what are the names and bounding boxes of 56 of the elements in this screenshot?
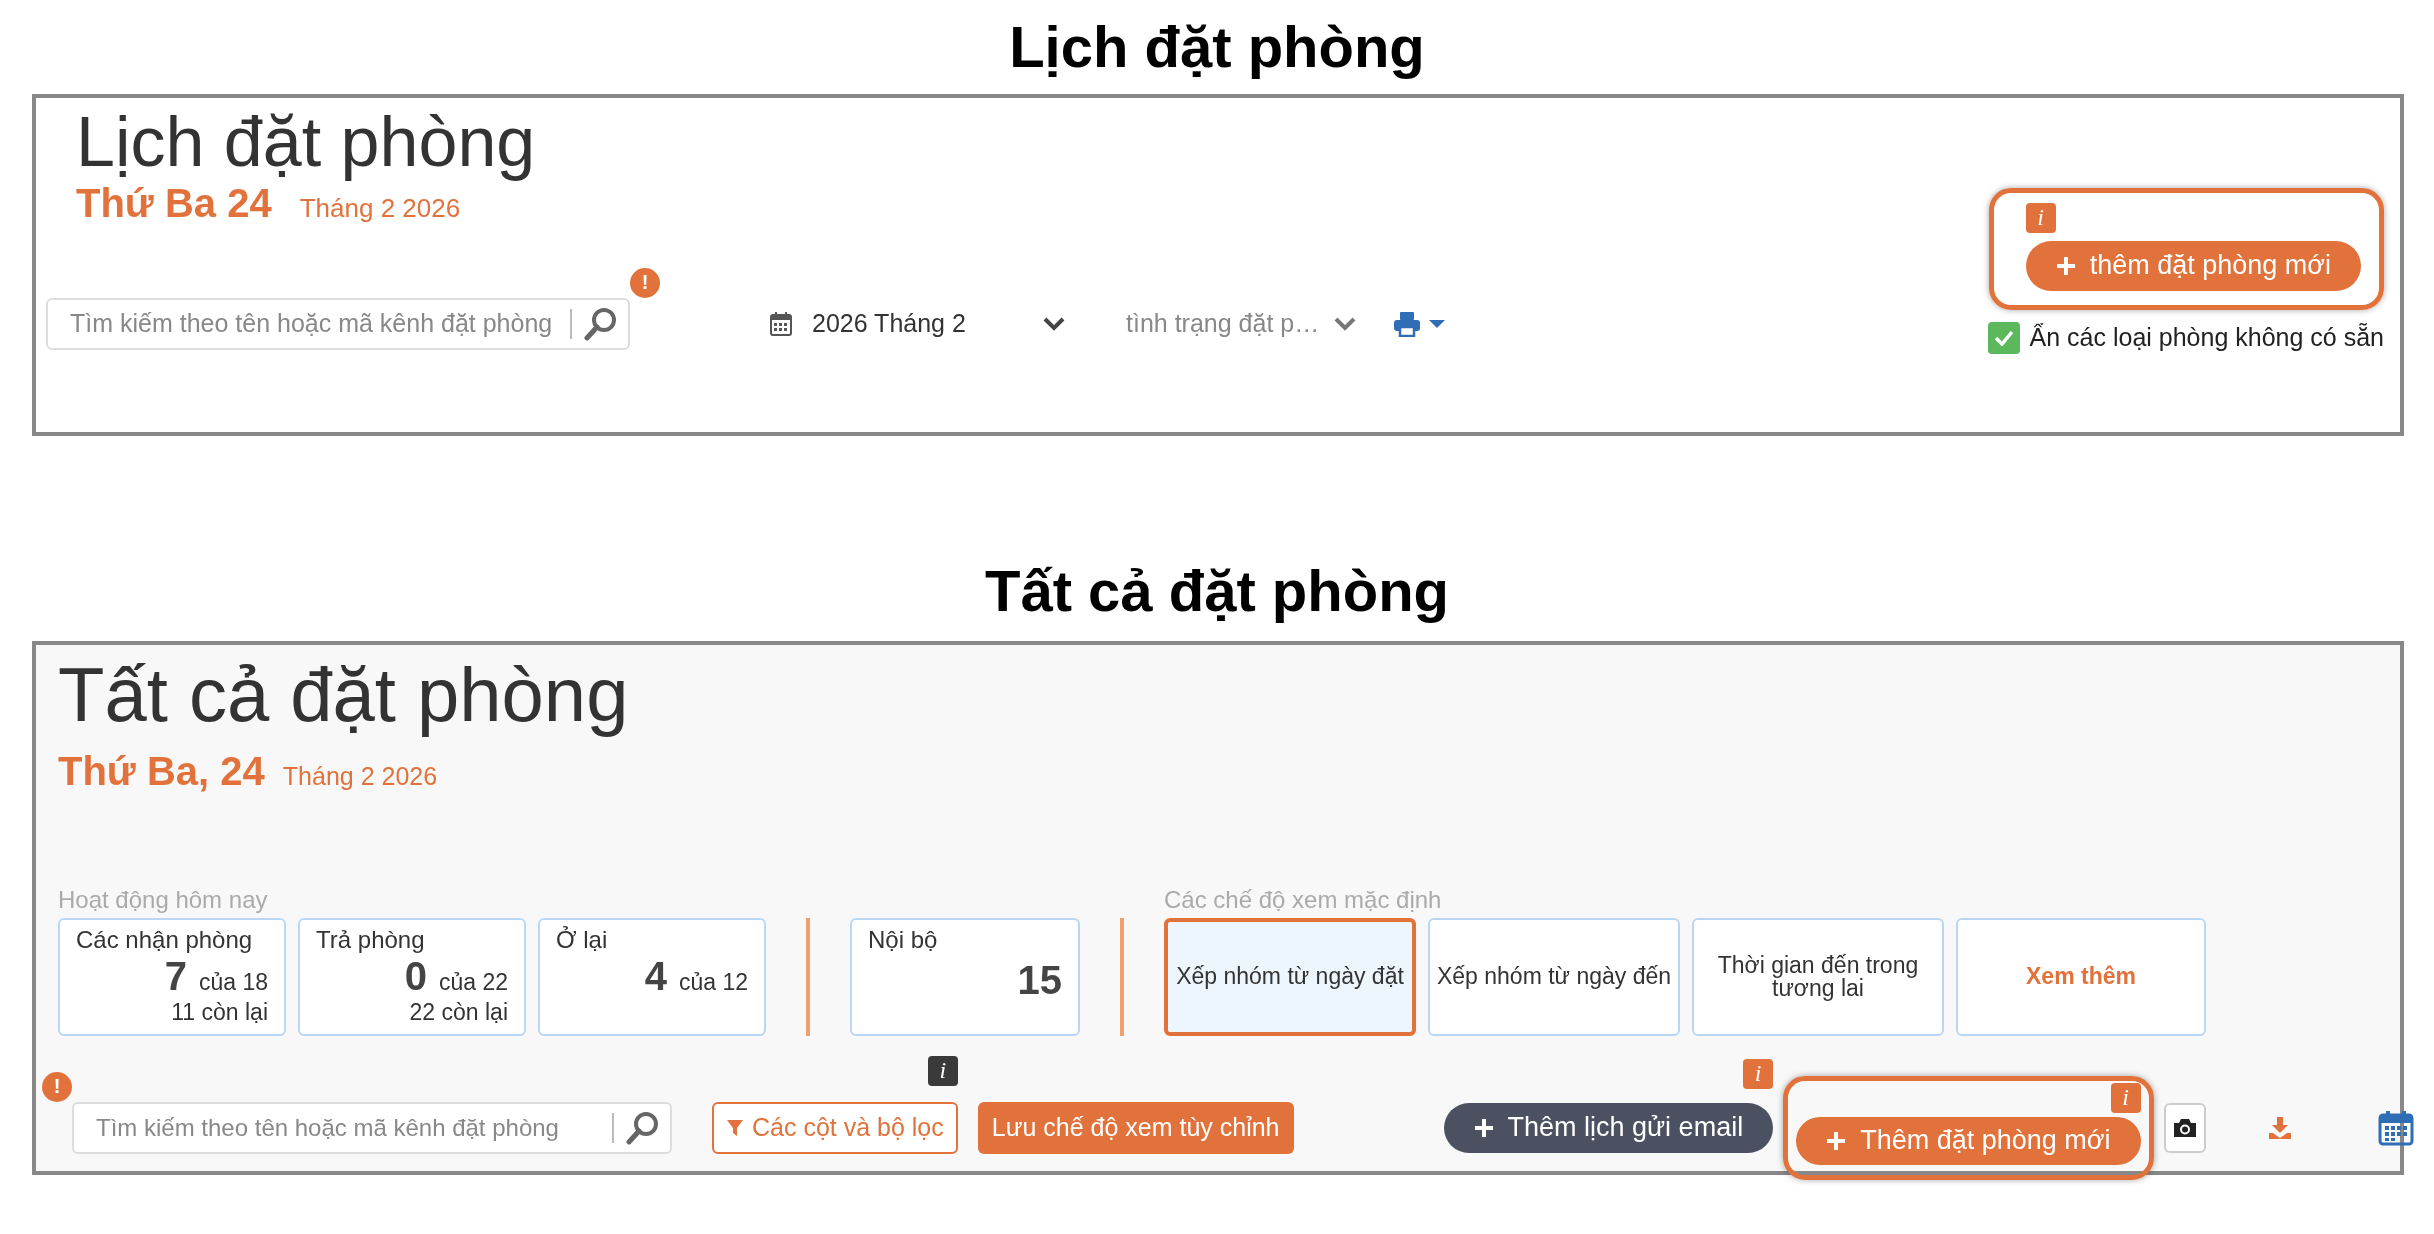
card-title: Trả phòng [316,925,426,954]
plus-icon [1473,1117,1494,1138]
date-picker-value[interactable]: 2026 Tháng 2 [812,309,1022,339]
section-heading: Lịch đặt phòng [1009,13,1425,81]
card-title: Ở lại [556,925,609,954]
funnel-icon [726,1117,744,1138]
search-field[interactable]: Tìm kiếm theo tên hoặc mã kênh đặt phòng [46,297,630,350]
status-filter[interactable]: tình trạng đặt p… [1126,309,1320,339]
card-title: Các nhận phòng [76,925,254,954]
activity-card[interactable]: Ở lại 4 của 12 [538,917,766,1036]
view-option[interactable]: Thời gian đến trong tương lai [1692,917,1944,1036]
count-value: 4 [644,953,667,999]
calendar-icon[interactable] [2377,1109,2414,1146]
search-field[interactable]: Tìm kiếm theo tên hoặc mã kênh đặt phòng [72,1101,672,1154]
add-email-schedule-button[interactable]: Thêm lịch gửi email [1443,1102,1774,1153]
screenshot-button[interactable] [2163,1102,2206,1153]
download-icon[interactable] [2267,1115,2292,1140]
checkbox[interactable] [1987,321,2020,354]
month-label: Tháng 2 2026 [299,192,461,224]
date-label: Thứ Ba, 24 [58,748,265,794]
total-label: của 22 [438,968,508,996]
alert-badge: ! [630,267,660,298]
caret-icon[interactable] [1429,318,1446,329]
total-label: của 12 [678,968,748,996]
search-icon[interactable] [584,306,618,341]
alert-badge: ! [42,1071,72,1102]
section-heading: Tất cả đặt phòng [985,556,1449,625]
remaining-label: 22 còn lại [408,998,508,1026]
view-option[interactable]: Xếp nhóm từ ngày đặt [1164,917,1416,1036]
internal-card[interactable]: Nội bộ 15 [850,917,1080,1036]
check-icon [1993,329,2014,346]
date-label: Thứ Ba 24 [76,180,272,226]
section-label: Các chế độ xem mặc định [1164,885,1443,914]
page-title: Tất cả đặt phòng [58,653,630,737]
count-value: 7 [164,953,187,999]
chevron-down-icon[interactable] [1333,315,1358,332]
checkbox-label: Ẩn các loại phòng không có sẵn [2029,323,2384,353]
plus-icon [2055,255,2076,276]
section-label: Hoạt động hôm nay [58,885,269,914]
total-label: của 18 [198,968,268,996]
activity-card[interactable]: Các nhận phòng 7 của 18 11 còn lại [58,917,286,1036]
count-value: 0 [404,953,427,999]
printer-icon[interactable] [1393,310,1422,337]
month-label: Tháng 2 2026 [282,761,438,791]
count-value: 15 [1017,957,1062,1003]
activity-card[interactable]: Trả phòng 0 của 22 22 còn lại [298,917,526,1036]
page-title: Lịch đặt phòng [76,103,537,181]
view-option[interactable]: Xếp nhóm từ ngày đến [1428,917,1680,1036]
chevron-down-icon[interactable] [1042,315,1066,332]
search-icon[interactable] [626,1110,660,1145]
camera-icon [2171,1116,2198,1139]
info-badge[interactable]: i [927,1055,958,1086]
plus-icon [1826,1130,1847,1151]
card-title: Nội bộ [868,925,939,954]
calendar-icon [770,311,792,336]
remaining-label: 11 còn lại [170,998,268,1026]
